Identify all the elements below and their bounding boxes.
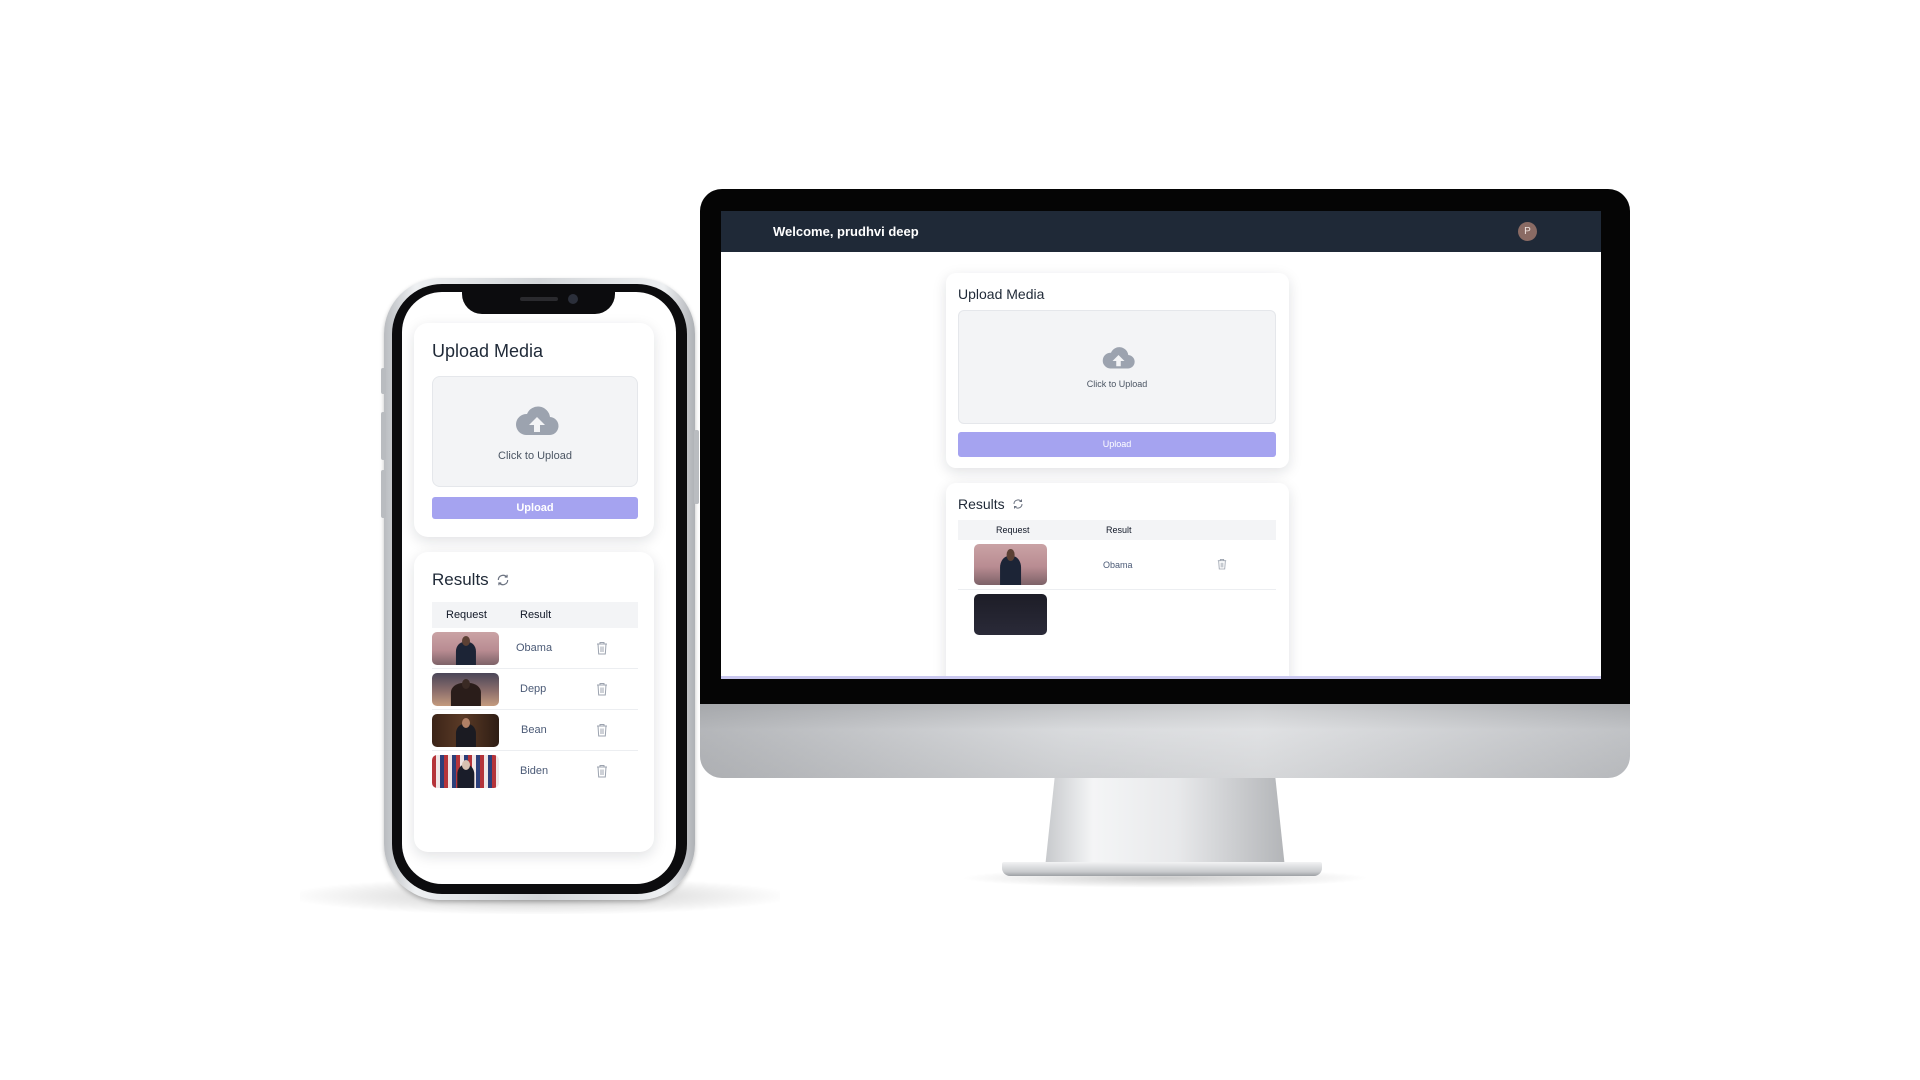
upload-card: Upload Media Click to Upload Upload: [946, 273, 1289, 468]
navbar: Welcome, prudhvi deep P: [721, 211, 1601, 252]
upload-card-title: Upload Media: [432, 341, 544, 361]
table-row: Bean: [432, 710, 638, 751]
result-name: Bean: [521, 724, 547, 736]
welcome-text: Welcome, prudhvi deep: [773, 224, 919, 239]
results-table-header: Request Result: [958, 520, 1276, 540]
cloud-upload-icon: [515, 406, 559, 436]
upload-dropzone[interactable]: Click to Upload: [432, 376, 638, 487]
trash-icon[interactable]: [596, 723, 608, 737]
table-row: Obama: [958, 540, 1276, 590]
phone-screen: Upload Media Click to Upload Upload Resu…: [402, 292, 676, 884]
thumbnail-image: [432, 714, 499, 747]
results-card: Results Request Result Obama Depp Bean B…: [414, 552, 654, 852]
trash-icon[interactable]: [596, 764, 608, 778]
phone-speaker: [520, 297, 558, 301]
upload-button[interactable]: Upload: [432, 497, 638, 519]
table-row: Biden: [432, 751, 638, 792]
upload-dropzone[interactable]: Click to Upload: [958, 310, 1276, 424]
thumbnail-image: [432, 673, 499, 706]
results-title: Results: [432, 570, 489, 589]
upload-card: Upload Media Click to Upload Upload: [414, 323, 654, 537]
thumbnail-image: [432, 632, 499, 665]
results-card: Results Request Result Obama: [946, 483, 1289, 679]
phone-side-button: [381, 368, 386, 394]
column-header-request: Request: [446, 609, 487, 621]
thumbnail-image: [974, 594, 1047, 635]
table-row: Obama: [432, 628, 638, 669]
table-row: Depp: [432, 669, 638, 710]
phone-camera: [568, 294, 578, 304]
dropzone-label: Click to Upload: [1086, 379, 1148, 389]
phone-side-button: [381, 470, 386, 518]
column-header-request: Request: [996, 525, 1030, 535]
results-table-header: Request Result: [432, 602, 638, 628]
trash-icon[interactable]: [1217, 558, 1227, 570]
upload-card-title: Upload Media: [958, 286, 1045, 302]
monitor-stand-base: [1002, 862, 1322, 876]
thumbnail-image: [974, 544, 1047, 585]
trash-icon[interactable]: [596, 682, 608, 696]
results-header: Results: [958, 496, 1024, 512]
column-header-result: Result: [520, 609, 552, 621]
results-header: Results: [432, 570, 510, 590]
trash-icon[interactable]: [596, 641, 608, 655]
phone-side-button: [694, 430, 699, 504]
upload-button[interactable]: Upload: [958, 432, 1276, 457]
avatar[interactable]: P: [1518, 222, 1537, 241]
results-title: Results: [958, 496, 1005, 512]
monitor-chin: [700, 704, 1630, 778]
result-name: Biden: [520, 765, 549, 777]
monitor-screen: Welcome, prudhvi deep P Upload Media Cli…: [721, 211, 1601, 679]
screen-bottom-edge: [721, 676, 1601, 679]
dropzone-label: Click to Upload: [498, 450, 572, 462]
refresh-icon[interactable]: [496, 573, 510, 587]
result-name: Depp: [520, 683, 547, 695]
thumbnail-image: [432, 755, 499, 788]
result-name: Obama: [1103, 560, 1133, 570]
cloud-upload-icon: [1102, 347, 1135, 369]
refresh-icon[interactable]: [1012, 498, 1024, 510]
phone-side-button: [381, 412, 386, 460]
column-header-result: Result: [1106, 525, 1132, 535]
result-name: Obama: [516, 642, 553, 654]
phone-notch: [462, 290, 615, 314]
monitor-stand-neck: [1045, 778, 1285, 868]
table-row: [958, 590, 1276, 640]
